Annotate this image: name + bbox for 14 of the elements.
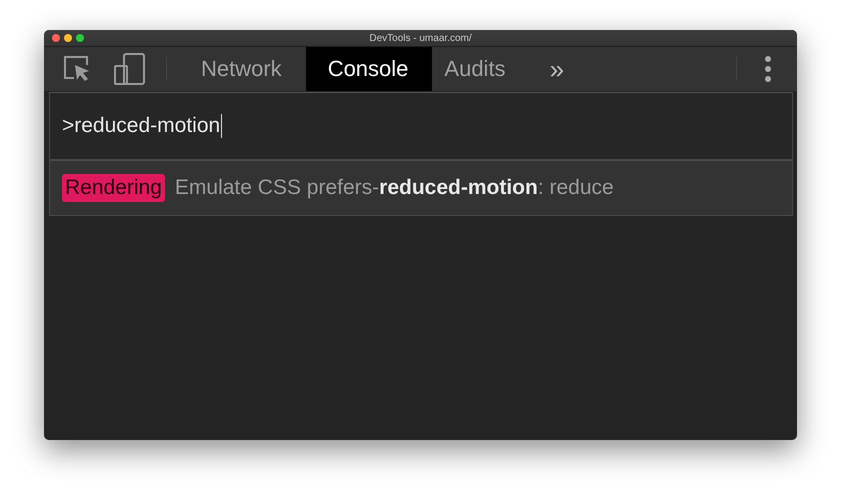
more-tabs-button[interactable]: »	[540, 47, 574, 91]
device-icon[interactable]	[114, 53, 146, 85]
zoom-button[interactable]	[76, 34, 84, 42]
panel-tab[interactable]: Network	[189, 47, 306, 91]
panel-tab[interactable]: Console	[306, 47, 432, 91]
command-result[interactable]: Rendering Emulate CSS prefers-reduced-motion: reduce	[50, 161, 792, 215]
minimize-button[interactable]	[64, 34, 72, 42]
category-badge: Rendering	[62, 174, 165, 202]
menu-icon[interactable]	[765, 56, 771, 82]
command-input[interactable]: >reduced-motion	[62, 114, 222, 138]
command-description: Emulate CSS prefers-reduced-motion: reduce	[174, 176, 614, 200]
panel-tab[interactable]: Audits	[432, 47, 530, 91]
window-title: DevTools - umaar.com/	[369, 32, 472, 44]
close-button[interactable]	[52, 34, 60, 42]
